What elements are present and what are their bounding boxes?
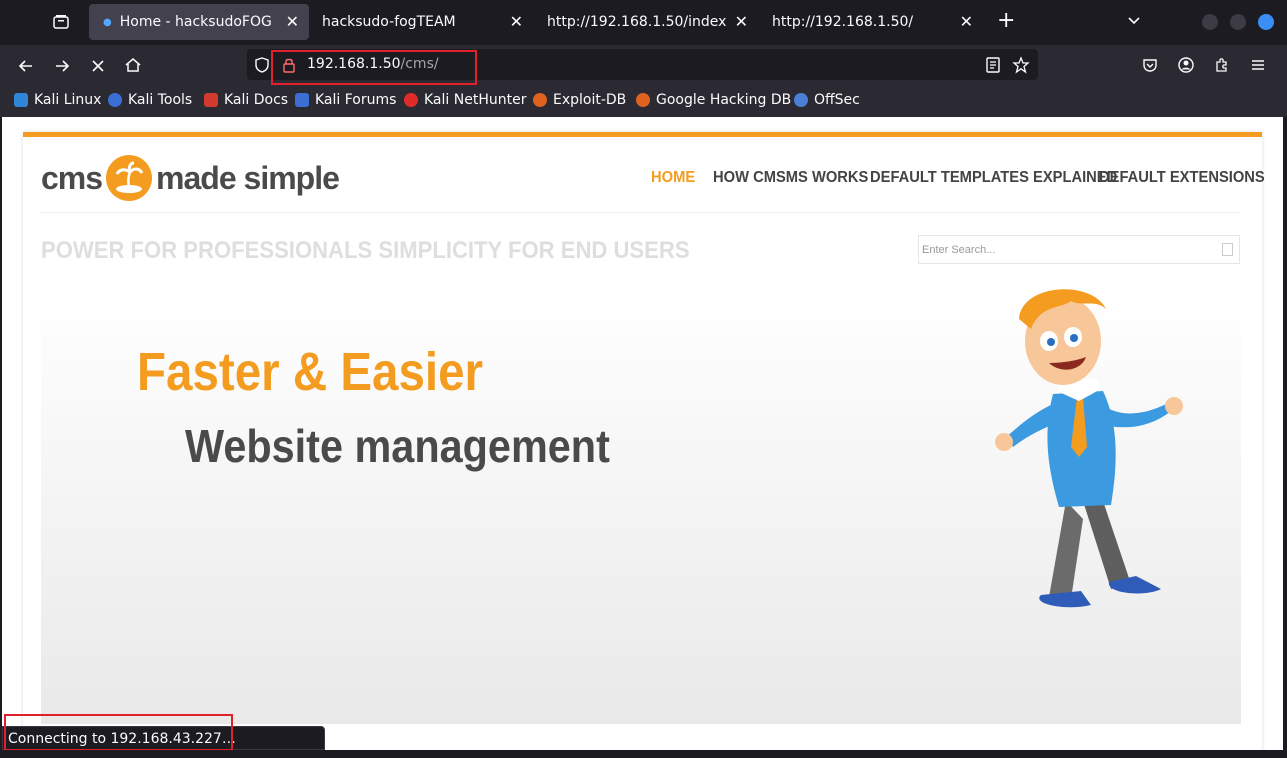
cms-page: cms made simple HOME HOW CMSMS WORKS DEF… (23, 132, 1265, 750)
logo-text-left: cms (41, 159, 103, 196)
close-icon[interactable]: ✕ (735, 12, 748, 31)
tab-home-hacksudofog[interactable]: ● Home - hacksudoFOG ✕ (89, 4, 309, 40)
url-highlight-box (271, 50, 477, 85)
minimize-icon[interactable] (1202, 14, 1218, 30)
bookmark-kali-linux[interactable]: Kali Linux (14, 92, 101, 108)
tab-title: Home - hacksudoFOG (119, 14, 272, 30)
exploit-db-icon (533, 93, 547, 107)
nav-default-extensions[interactable]: DEFAULT EXTENSIONS (1099, 169, 1265, 187)
tab-hacksudo-fogteam[interactable]: hacksudo-fogTEAM ✕ (308, 4, 533, 40)
new-tab-icon[interactable]: + (997, 10, 1015, 32)
account-icon[interactable] (1177, 56, 1195, 78)
close-icon[interactable]: ✕ (286, 12, 299, 31)
bookmark-kali-tools[interactable]: Kali Tools (108, 92, 192, 108)
logo-text-right: made simple (156, 159, 340, 196)
kali-tools-icon (108, 93, 122, 107)
kali-docs-icon (204, 93, 218, 107)
home-icon[interactable] (124, 56, 142, 78)
forward-icon[interactable] (53, 57, 71, 79)
nav-default-templates[interactable]: DEFAULT TEMPLATES EXPLAINED (870, 169, 1117, 187)
status-highlight-box (4, 714, 233, 751)
tab-title: hacksudo-fogTEAM (322, 14, 456, 30)
cartoon-man-illustration (995, 289, 1183, 608)
bookmark-offsec[interactable]: OffSec (794, 92, 860, 108)
nethunter-icon (404, 93, 418, 107)
search-input[interactable]: Enter Search... (918, 235, 1240, 264)
reader-view-icon[interactable] (985, 56, 1001, 78)
close-icon[interactable]: ✕ (510, 12, 523, 31)
star-icon[interactable] (1012, 56, 1030, 78)
shield-icon[interactable] (253, 56, 271, 78)
kali-forums-icon (295, 93, 309, 107)
search-placeholder: Enter Search... (922, 244, 996, 256)
cms-logo[interactable]: cms made simple (41, 155, 340, 201)
close-icon[interactable]: ✕ (960, 12, 973, 31)
bookmark-kali-nethunter[interactable]: Kali NetHunter (404, 92, 526, 108)
bookmark-kali-docs[interactable]: Kali Docs (204, 92, 288, 108)
window-close-icon[interactable] (1258, 14, 1274, 30)
tab-title: http://192.168.1.50/ (772, 14, 914, 30)
tab-index1[interactable]: http://192.168.1.50/index1.html ✕ (533, 4, 758, 40)
extensions-icon[interactable] (1213, 56, 1231, 78)
tab-title: http://192.168.1.50/index1.html (547, 14, 727, 30)
nav-how-cmsms-works[interactable]: HOW CMSMS WORKS (713, 169, 868, 187)
menu-icon[interactable] (1249, 56, 1267, 78)
tab-overview-icon[interactable] (52, 13, 70, 35)
kali-dragon-icon (14, 93, 28, 107)
ghdb-icon (636, 93, 650, 107)
maximize-icon[interactable] (1230, 14, 1246, 30)
bookmark-kali-forums[interactable]: Kali Forums (295, 92, 396, 108)
offsec-icon (794, 93, 808, 107)
tab-bar: ● Home - hacksudoFOG ✕ hacksudo-fogTEAM … (0, 0, 1287, 45)
pocket-icon[interactable] (1141, 56, 1159, 78)
site-tagline: POWER FOR PROFESSIONALS SIMPLICITY FOR E… (41, 237, 690, 264)
bookmark-google-hacking-db[interactable]: Google Hacking DB (636, 92, 791, 108)
hero-banner: Faster & Easier Website management (41, 289, 1241, 724)
chevron-down-icon[interactable] (1126, 12, 1142, 32)
back-icon[interactable] (17, 57, 35, 79)
stop-icon[interactable] (89, 57, 107, 79)
window-bottom-edge (0, 750, 1287, 758)
nav-home[interactable]: HOME (651, 169, 695, 187)
banner-title: Faster & Easier (137, 342, 484, 402)
header-divider (41, 212, 1241, 213)
palm-island-icon (106, 155, 153, 201)
banner-subtitle: Website management (185, 420, 610, 472)
bookmark-exploit-db[interactable]: Exploit-DB (533, 92, 626, 108)
page-content: cms made simple HOME HOW CMSMS WORKS DEF… (2, 117, 1283, 750)
loading-dot-icon: ● (103, 16, 112, 28)
search-icon[interactable] (1222, 243, 1233, 256)
tab-root[interactable]: http://192.168.1.50/ ✕ (758, 4, 983, 40)
